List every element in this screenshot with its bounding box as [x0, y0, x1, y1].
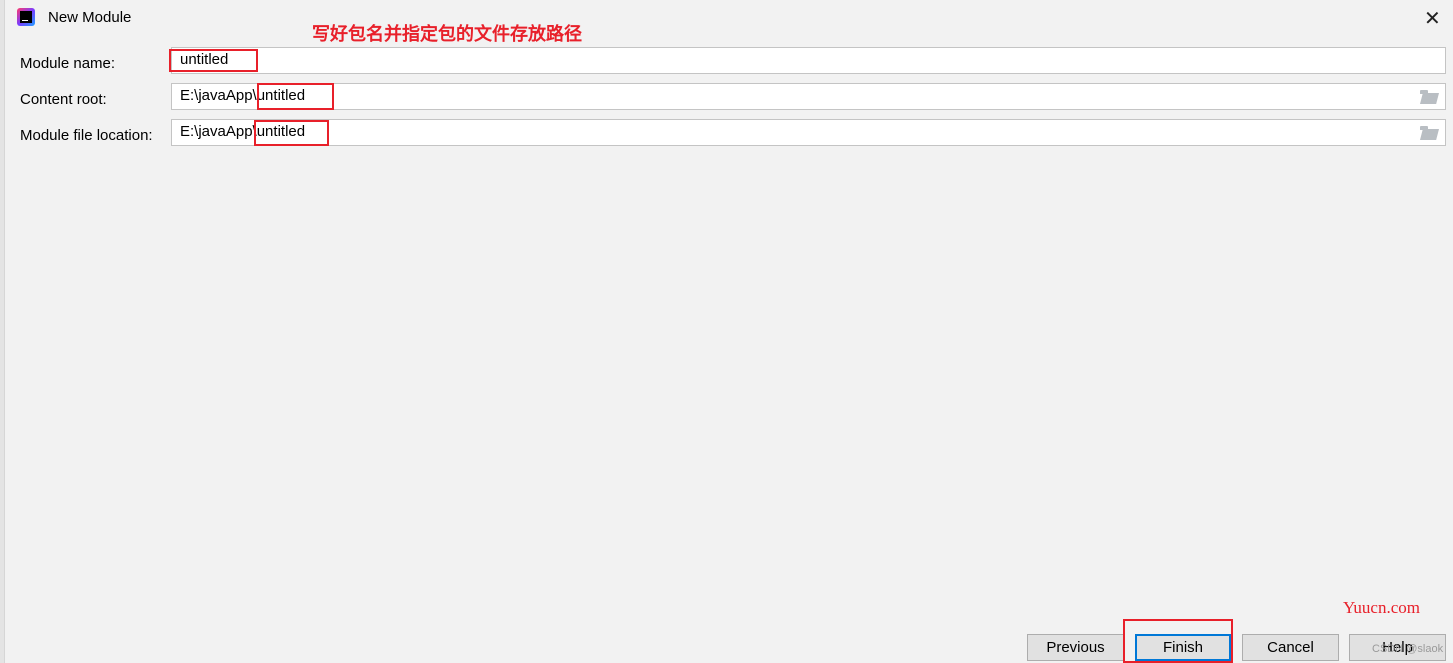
folder-icon[interactable] [1420, 90, 1439, 104]
module-file-location-input[interactable]: E:\javaApp\untitled [171, 119, 1446, 146]
cancel-button[interactable]: Cancel [1242, 634, 1339, 661]
folder-icon[interactable] [1420, 126, 1439, 140]
module-name-label: Module name: [20, 55, 116, 72]
intellij-idea-icon [17, 8, 35, 26]
content-root-input[interactable]: E:\javaApp\untitled [171, 83, 1446, 110]
annotation-note: 写好包名并指定包的文件存放路径 [312, 24, 582, 44]
content-root-value: E:\javaApp\untitled [180, 87, 306, 104]
content-root-label: Content root: [20, 91, 107, 108]
module-name-input[interactable]: untitled [171, 47, 1446, 74]
csdn-watermark: CSDN @slaok [1372, 643, 1444, 655]
module-file-location-value: E:\javaApp\untitled [180, 123, 306, 140]
dialog-title: New Module [48, 9, 132, 26]
close-icon[interactable]: ✕ [1424, 6, 1441, 31]
background-window-edge [0, 0, 5, 663]
module-name-value: untitled [180, 51, 229, 68]
site-watermark: Yuucn.com [1343, 598, 1420, 617]
previous-button[interactable]: Previous [1027, 634, 1124, 661]
module-file-location-label: Module file location: [20, 127, 153, 144]
finish-button[interactable]: Finish [1135, 634, 1231, 661]
